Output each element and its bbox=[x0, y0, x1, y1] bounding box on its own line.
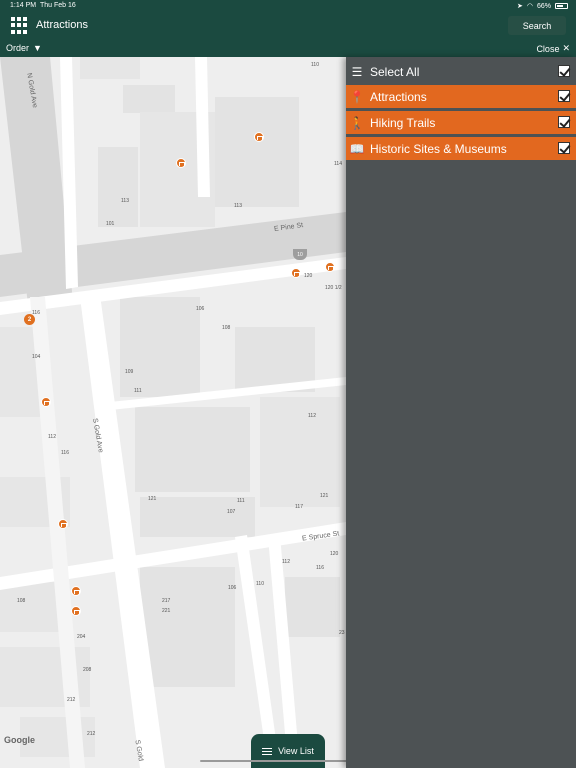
address-label: 113 bbox=[234, 203, 242, 209]
address-label: 120 1/2 bbox=[325, 285, 342, 291]
address-label: 109 bbox=[125, 369, 134, 375]
caret-down-icon: ▼ bbox=[33, 43, 42, 53]
address-label: 221 bbox=[162, 608, 171, 614]
filter-label: Select All bbox=[370, 64, 420, 79]
app-grid-icon[interactable] bbox=[11, 17, 28, 34]
view-list-label: View List bbox=[278, 746, 314, 756]
address-label: 104 bbox=[32, 354, 41, 360]
museum-marker-icon[interactable] bbox=[176, 158, 186, 168]
address-label: 212 bbox=[67, 697, 76, 703]
address-label: 121 bbox=[148, 496, 157, 502]
status-time: 1:14 PM bbox=[10, 2, 37, 9]
status-bar: 1:14 PM Thu Feb 16 ➤ ◠ 66% bbox=[0, 0, 576, 12]
museum-marker-icon[interactable] bbox=[71, 606, 81, 616]
museum-marker-icon[interactable] bbox=[325, 262, 335, 272]
filter-hiking-trails[interactable]: 🚶 Hiking Trails bbox=[346, 111, 576, 134]
address-label: 23 bbox=[339, 630, 345, 636]
hiker-icon: 🚶 bbox=[349, 115, 365, 130]
filter-label: Historic Sites & Museums bbox=[370, 141, 507, 156]
select-all-checkbox[interactable] bbox=[558, 65, 570, 77]
historic-checkbox[interactable] bbox=[558, 142, 570, 154]
address-label: 107 bbox=[227, 509, 236, 515]
order-label: Order bbox=[6, 43, 30, 53]
close-label: Close bbox=[536, 43, 560, 54]
filter-panel: ☰ Select All 📍 Attractions 🚶 Hiking Trai… bbox=[346, 57, 576, 768]
address-label: 110 bbox=[311, 62, 319, 68]
wifi-icon: ◠ bbox=[526, 3, 533, 10]
view-list-button[interactable]: View List bbox=[251, 734, 325, 768]
address-label: 121 bbox=[320, 493, 329, 499]
museum-marker-icon[interactable] bbox=[71, 586, 81, 596]
address-label: 111 bbox=[237, 498, 245, 504]
address-label: 108 bbox=[17, 598, 26, 604]
filter-label: Attractions bbox=[370, 89, 427, 104]
address-label: 108 bbox=[222, 325, 231, 331]
attractions-checkbox[interactable] bbox=[558, 90, 570, 102]
cluster-marker[interactable]: 2 bbox=[24, 314, 35, 325]
address-label: 204 bbox=[77, 634, 86, 640]
address-label: 106 bbox=[196, 306, 205, 312]
filter-attractions[interactable]: 📍 Attractions bbox=[346, 85, 576, 108]
status-date: Thu Feb 16 bbox=[40, 2, 76, 9]
address-label: 110 bbox=[256, 581, 264, 587]
address-label: 116 bbox=[316, 565, 324, 571]
address-label: 208 bbox=[83, 667, 92, 673]
address-label: 112 bbox=[308, 413, 316, 419]
address-label: 217 bbox=[162, 598, 171, 604]
order-button[interactable]: Order ▼ bbox=[6, 43, 42, 53]
filter-select-all[interactable]: ☰ Select All bbox=[346, 60, 576, 83]
address-label: 112 bbox=[48, 434, 56, 440]
map-pin-icon: 📍 bbox=[349, 89, 365, 104]
book-icon: 📖 bbox=[349, 141, 365, 156]
museum-marker-icon[interactable] bbox=[254, 132, 264, 142]
highway-shield-icon: 10 bbox=[293, 249, 307, 260]
address-label: 114 bbox=[334, 161, 342, 167]
hiking-checkbox[interactable] bbox=[558, 116, 570, 128]
address-label: 111 bbox=[134, 388, 142, 394]
museum-marker-icon[interactable] bbox=[291, 268, 301, 278]
nav-bar: Attractions Search bbox=[0, 12, 576, 39]
filter-historic-sites[interactable]: 📖 Historic Sites & Museums bbox=[346, 137, 576, 160]
address-label: 112 bbox=[282, 559, 290, 565]
address-label: 101 bbox=[106, 221, 115, 227]
address-label: 113 bbox=[121, 198, 129, 204]
map-view[interactable]: N Gold Ave E Pine St S Gold Ave E Spruce… bbox=[0, 57, 346, 768]
page-title: Attractions bbox=[36, 19, 88, 31]
order-bar: Order ▼ Close ✕ bbox=[0, 39, 576, 57]
address-label: 116 bbox=[61, 450, 69, 456]
battery-icon bbox=[555, 3, 568, 9]
museum-marker-icon[interactable] bbox=[41, 397, 51, 407]
close-icon: ✕ bbox=[562, 43, 570, 53]
address-label: 120 bbox=[304, 273, 313, 279]
list-icon: ☰ bbox=[351, 64, 363, 79]
address-label: 212 bbox=[87, 731, 96, 737]
address-label: 120 bbox=[330, 551, 339, 557]
address-label: 106 bbox=[228, 585, 237, 591]
address-label: 117 bbox=[295, 504, 303, 510]
search-button[interactable]: Search bbox=[508, 16, 566, 35]
list-icon bbox=[262, 747, 273, 755]
close-button[interactable]: Close ✕ bbox=[536, 43, 570, 54]
battery-percent: 66% bbox=[536, 2, 551, 10]
location-arrow-icon: ➤ bbox=[517, 3, 523, 10]
museum-marker-icon[interactable] bbox=[58, 519, 68, 529]
filter-label: Hiking Trails bbox=[370, 115, 436, 130]
status-indicators: ➤ ◠ 66% bbox=[517, 2, 568, 10]
google-attribution: Google bbox=[4, 735, 35, 745]
map-streets-graphic bbox=[0, 57, 346, 768]
